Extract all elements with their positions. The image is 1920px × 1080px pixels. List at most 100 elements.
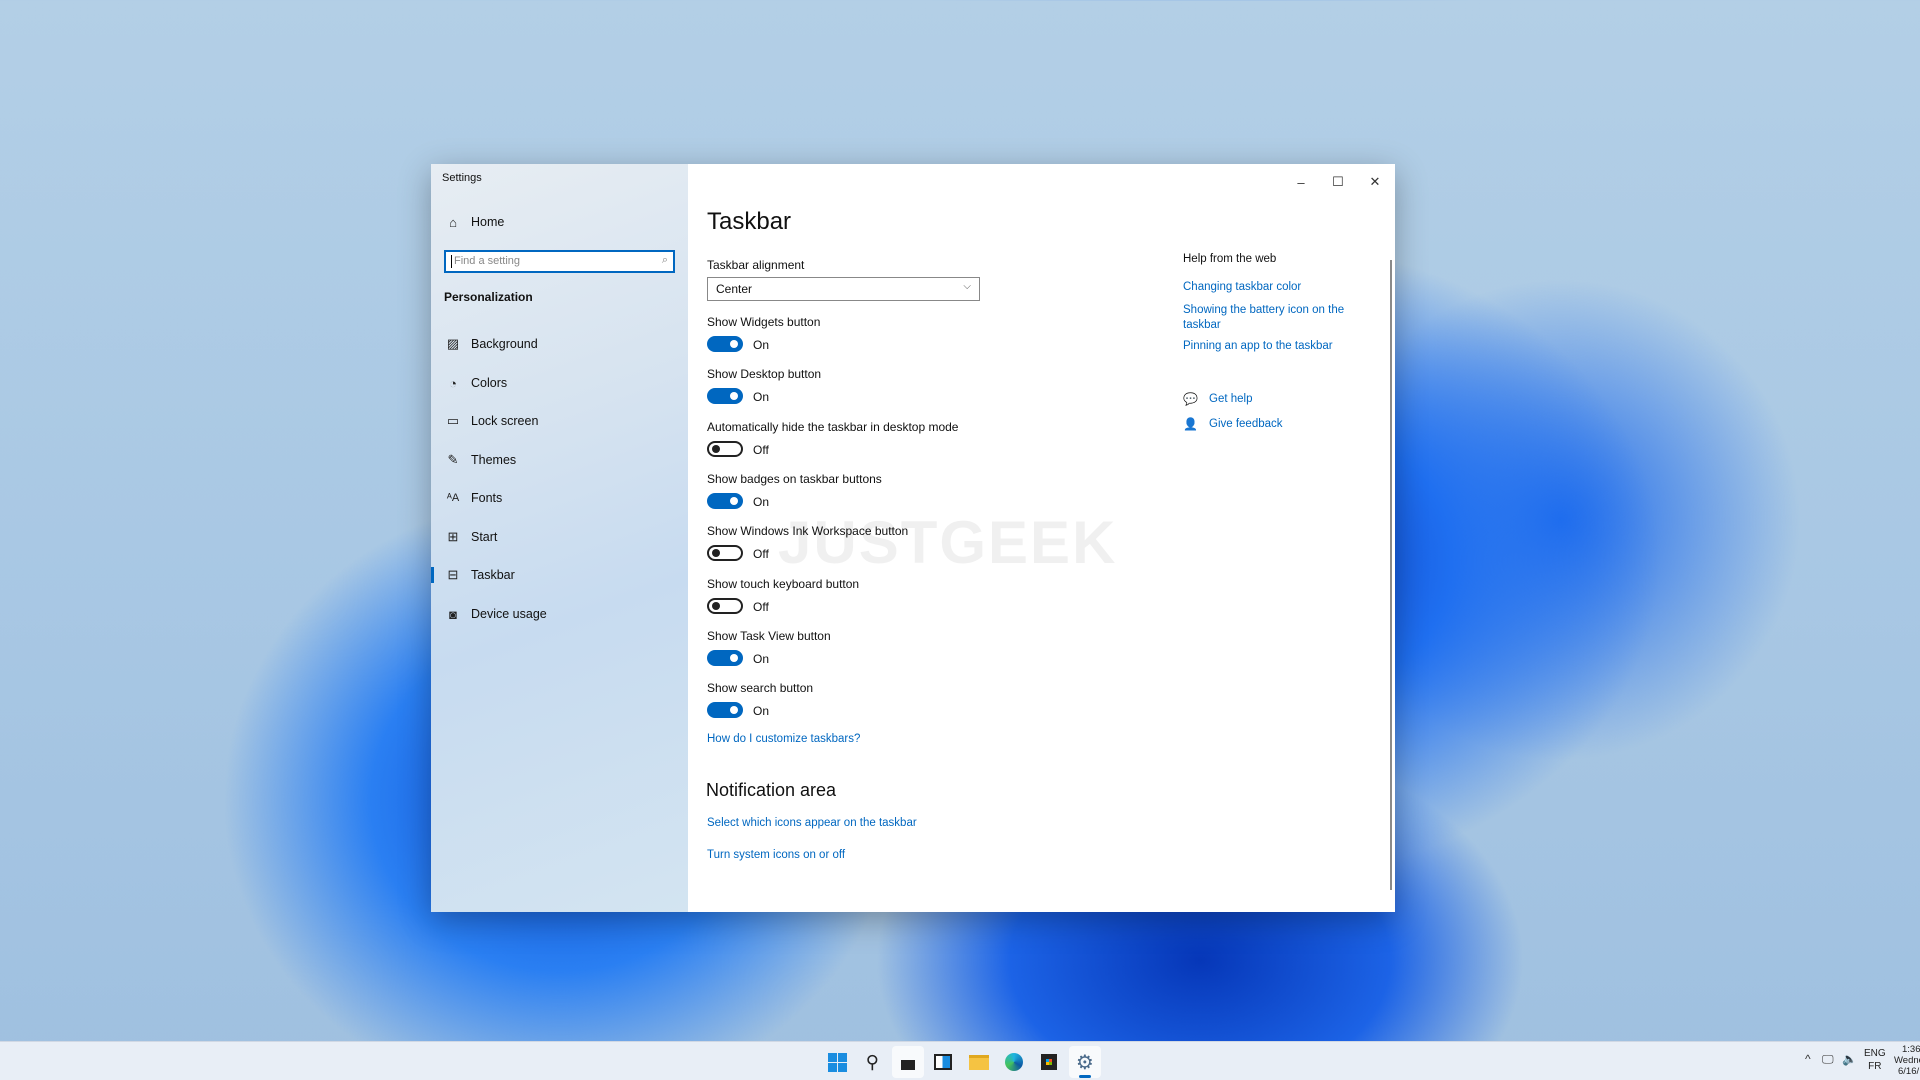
toggle-switch[interactable] bbox=[707, 492, 743, 509]
toggle-switch[interactable] bbox=[707, 545, 743, 562]
toggle-state: On bbox=[753, 390, 770, 405]
language-indicator[interactable]: ENG FR bbox=[1864, 1047, 1886, 1073]
home-icon: ⌂ bbox=[449, 214, 457, 230]
help-link-battery-icon[interactable]: Showing the battery icon on the taskbar bbox=[1183, 303, 1353, 333]
toggle-switch[interactable] bbox=[707, 702, 743, 719]
device-usage-icon: ◙ bbox=[449, 606, 457, 622]
minimize-button[interactable]: – bbox=[1286, 170, 1316, 194]
toggle-label: Show Desktop button bbox=[707, 367, 822, 382]
toggle-label: Automatically hide the taskbar in deskto… bbox=[707, 419, 959, 434]
toggle-switch[interactable] bbox=[707, 388, 743, 405]
toggle-label: Show Task View button bbox=[707, 628, 831, 643]
help-link-taskbar-color[interactable]: Changing taskbar color bbox=[1183, 281, 1301, 293]
lock-screen-icon: ▭ bbox=[446, 413, 460, 428]
taskbar-settings-button[interactable]: ⚙ bbox=[1068, 1046, 1101, 1078]
nav-label: Taskbar bbox=[471, 568, 515, 582]
edge-icon bbox=[1005, 1053, 1023, 1071]
toggle-label: Show touch keyboard button bbox=[707, 576, 860, 591]
store-icon bbox=[1041, 1054, 1058, 1070]
toggle-label: Show Widgets button bbox=[707, 315, 821, 329]
start-icon: ⊞ bbox=[447, 529, 459, 544]
feedback-icon: 👤 bbox=[1183, 417, 1198, 431]
notification-heading: Notification area bbox=[706, 780, 837, 800]
main-content: – ☐ ✕ Taskbar Taskbar alignment Center ⌵… bbox=[688, 164, 1395, 912]
toggle-switch[interactable] bbox=[707, 336, 743, 352]
toggle-state: Off bbox=[753, 547, 769, 562]
start-icon bbox=[827, 1052, 847, 1072]
nav-themes[interactable]: ✎ Themes bbox=[431, 443, 688, 477]
toggle-label: Show badges on taskbar buttons bbox=[707, 471, 882, 486]
brush-icon: ✎ bbox=[447, 452, 459, 467]
customize-taskbar-link[interactable]: How do I customize taskbars? bbox=[707, 733, 860, 745]
toggle-knob bbox=[730, 496, 738, 505]
show-hidden-icons-button[interactable]: ^ bbox=[1805, 1052, 1811, 1066]
toggle-state: On bbox=[753, 704, 770, 719]
search-icon: ⚲ bbox=[865, 1051, 879, 1072]
search-input[interactable]: Find a setting ⌕ bbox=[444, 250, 675, 273]
taskbar-start-button[interactable] bbox=[821, 1046, 853, 1078]
help-heading: Help from the web bbox=[1183, 253, 1277, 265]
nav-label: Fonts bbox=[471, 491, 503, 505]
get-help-icon: 💬 bbox=[1183, 392, 1198, 406]
alignment-value: Center bbox=[716, 282, 753, 296]
sidebar: Settings ⌂ Home Find a setting ⌕ Persona… bbox=[431, 164, 688, 912]
network-icon[interactable]: 🖵 bbox=[1822, 1052, 1834, 1067]
nav-label: Colors bbox=[471, 376, 508, 390]
section-heading: Personalization bbox=[444, 290, 533, 304]
toggle-switch[interactable] bbox=[707, 440, 743, 457]
toggle-label: Show search button bbox=[707, 681, 814, 696]
taskbar-widgets-button[interactable] bbox=[927, 1046, 959, 1078]
toggle-state: On bbox=[753, 494, 770, 509]
settings-window: Settings ⌂ Home Find a setting ⌕ Persona… bbox=[431, 164, 1395, 912]
settings-icon: ⚙ bbox=[1075, 1051, 1094, 1074]
clock[interactable]: 1:36Wedne6/16/ bbox=[1894, 1044, 1920, 1077]
alignment-dropdown[interactable]: Center ⌵ bbox=[707, 277, 980, 301]
nav-home[interactable]: ⌂ Home bbox=[431, 205, 688, 239]
give-feedback-link[interactable]: Give feedback bbox=[1209, 418, 1283, 430]
toggle-knob bbox=[730, 706, 738, 715]
image-icon: ▨ bbox=[446, 336, 460, 351]
scrollbar[interactable] bbox=[1390, 260, 1392, 890]
nav-label: Device usage bbox=[471, 607, 547, 621]
maximize-icon: ☐ bbox=[1332, 174, 1344, 189]
nav-start[interactable]: ⊞ Start bbox=[431, 520, 688, 554]
nav-colors[interactable]: ◔ Colors bbox=[431, 366, 688, 400]
nav-device-usage[interactable]: ◙ Device usage bbox=[431, 597, 688, 631]
toggle-switch[interactable] bbox=[707, 649, 743, 666]
taskbar: ⚲ ⚙ ^ 🖵 🔈 ENGFR 1:36Wedne6/16/ bbox=[0, 1041, 1920, 1080]
taskbar-icon: ⊟ bbox=[447, 567, 459, 582]
help-link-pin-app[interactable]: Pinning an app to the taskbar bbox=[1183, 340, 1333, 352]
select-icons-link[interactable]: Select which icons appear on the taskbar bbox=[707, 817, 917, 829]
minimize-icon: – bbox=[1297, 174, 1305, 190]
fonts-icon: ᴬA bbox=[446, 492, 460, 504]
maximize-button[interactable]: ☐ bbox=[1323, 170, 1353, 194]
taskbar-file-explorer-button[interactable] bbox=[963, 1046, 995, 1078]
close-button[interactable]: ✕ bbox=[1360, 170, 1390, 194]
nav-taskbar[interactable]: ⊟ Taskbar bbox=[431, 558, 688, 592]
selected-indicator bbox=[431, 567, 434, 583]
nav-label: Themes bbox=[471, 453, 517, 467]
nav-label: Lock screen bbox=[471, 414, 539, 428]
page-title: Taskbar bbox=[707, 208, 792, 235]
nav-fonts[interactable]: ᴬA Fonts bbox=[431, 481, 688, 515]
volume-icon[interactable]: 🔈 bbox=[1842, 1052, 1857, 1066]
toggle-state: Off bbox=[753, 599, 769, 614]
toggle-knob bbox=[730, 392, 738, 401]
taskbar-edge-button[interactable] bbox=[998, 1046, 1030, 1078]
get-help-link[interactable]: Get help bbox=[1209, 393, 1252, 405]
toggle-knob bbox=[730, 653, 738, 662]
file-explorer-icon bbox=[968, 1054, 989, 1070]
taskbar-search-button[interactable]: ⚲ bbox=[856, 1046, 888, 1078]
toggle-switch[interactable] bbox=[707, 597, 743, 614]
system-icons-link[interactable]: Turn system icons on or off bbox=[707, 849, 845, 861]
nav-lock-screen[interactable]: ▭ Lock screen bbox=[431, 404, 688, 438]
window-title: Settings bbox=[442, 172, 482, 184]
nav-background[interactable]: ▨ Background bbox=[431, 327, 688, 361]
palette-icon: ◔ bbox=[449, 375, 457, 391]
close-icon: ✕ bbox=[1369, 174, 1381, 189]
toggle-knob bbox=[712, 444, 720, 453]
taskbar-desktop-button[interactable] bbox=[891, 1046, 924, 1078]
watermark: JUSTGEEK bbox=[778, 509, 1118, 576]
toggle-state: Off bbox=[753, 442, 769, 457]
taskbar-store-button[interactable] bbox=[1033, 1046, 1065, 1078]
